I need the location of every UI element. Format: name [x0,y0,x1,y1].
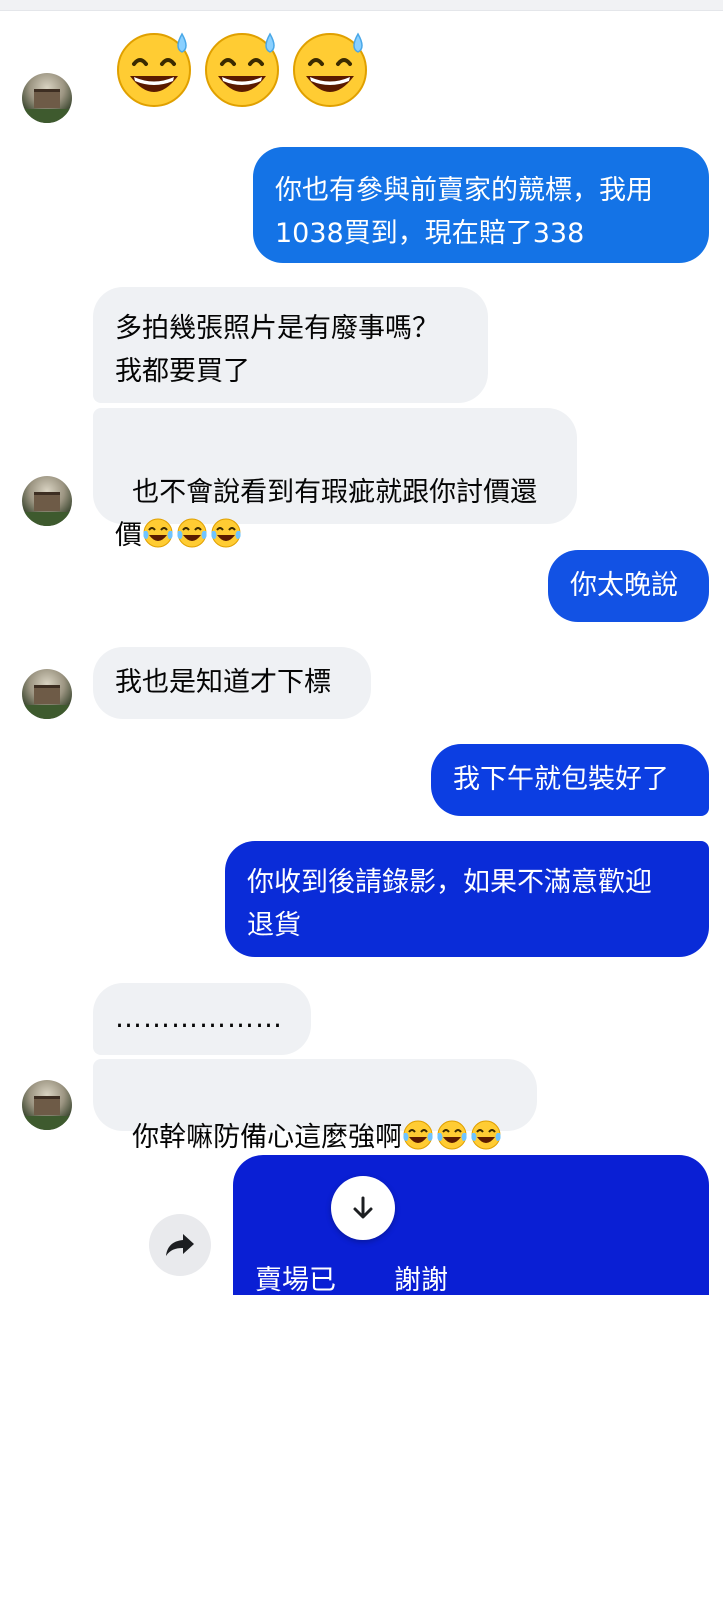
laugh-cry-emoji-icon [176,517,208,549]
link-line-1[interactable]: https://myship.7-11.com.tw/ [255,1388,687,1431]
link-line-2[interactable]: cart/confirm/ [255,1517,687,1560]
avatar[interactable] [22,476,72,526]
avatar[interactable] [22,669,72,719]
grinning-sweat-emoji-icon [292,28,372,108]
incoming-message[interactable]: 也不會說看到有瑕疵就跟你討價還 價 [93,408,577,551]
message-text: 你幹嘛防備心這麼強啊 [132,1122,403,1153]
big-emoji-message[interactable] [116,28,372,108]
avatar[interactable] [22,1080,72,1130]
laugh-cry-emoji-icon [210,517,242,549]
arrow-down-icon [353,1196,373,1219]
scroll-to-bottom-button[interactable] [331,1176,395,1240]
avatar[interactable] [22,73,72,123]
outgoing-message[interactable]: 你太晚說 [548,550,709,622]
laugh-cry-emoji-icon [470,1119,502,1151]
outgoing-message[interactable]: 你收到後請錄影，如果不滿意歡迎 退貨 [225,841,709,957]
incoming-message[interactable]: 我也是知道才下標 [93,647,371,719]
outgoing-link-message[interactable]: 賣場已 謝謝 https://myship.7-11.com.tw/ cart/c… [233,1155,709,1554]
laugh-cry-emoji-icon [142,517,174,549]
incoming-message[interactable]: ……………… [93,983,311,1055]
top-bar [0,0,723,11]
outgoing-message[interactable]: 你也有參與前賣家的競標，我用 1038買到，現在賠了338 [253,147,709,263]
grinning-sweat-emoji-icon [204,28,284,108]
incoming-message[interactable]: 你幹嘛防備心這麼強啊 [93,1059,537,1153]
incoming-message[interactable]: 多拍幾張照片是有廢事嗎？ 我都要買了 [93,287,488,403]
outgoing-message[interactable]: 我下午就包裝好了 [431,744,709,816]
share-arrow-icon [166,1234,194,1256]
message-text-prefix: 賣場已 [255,1265,336,1296]
laugh-cry-emoji-icon [402,1119,434,1151]
laugh-cry-emoji-icon [436,1119,468,1151]
grinning-sweat-emoji-icon [116,28,196,108]
message-text-suffix: 謝謝 [394,1265,448,1296]
share-button[interactable] [149,1214,211,1276]
